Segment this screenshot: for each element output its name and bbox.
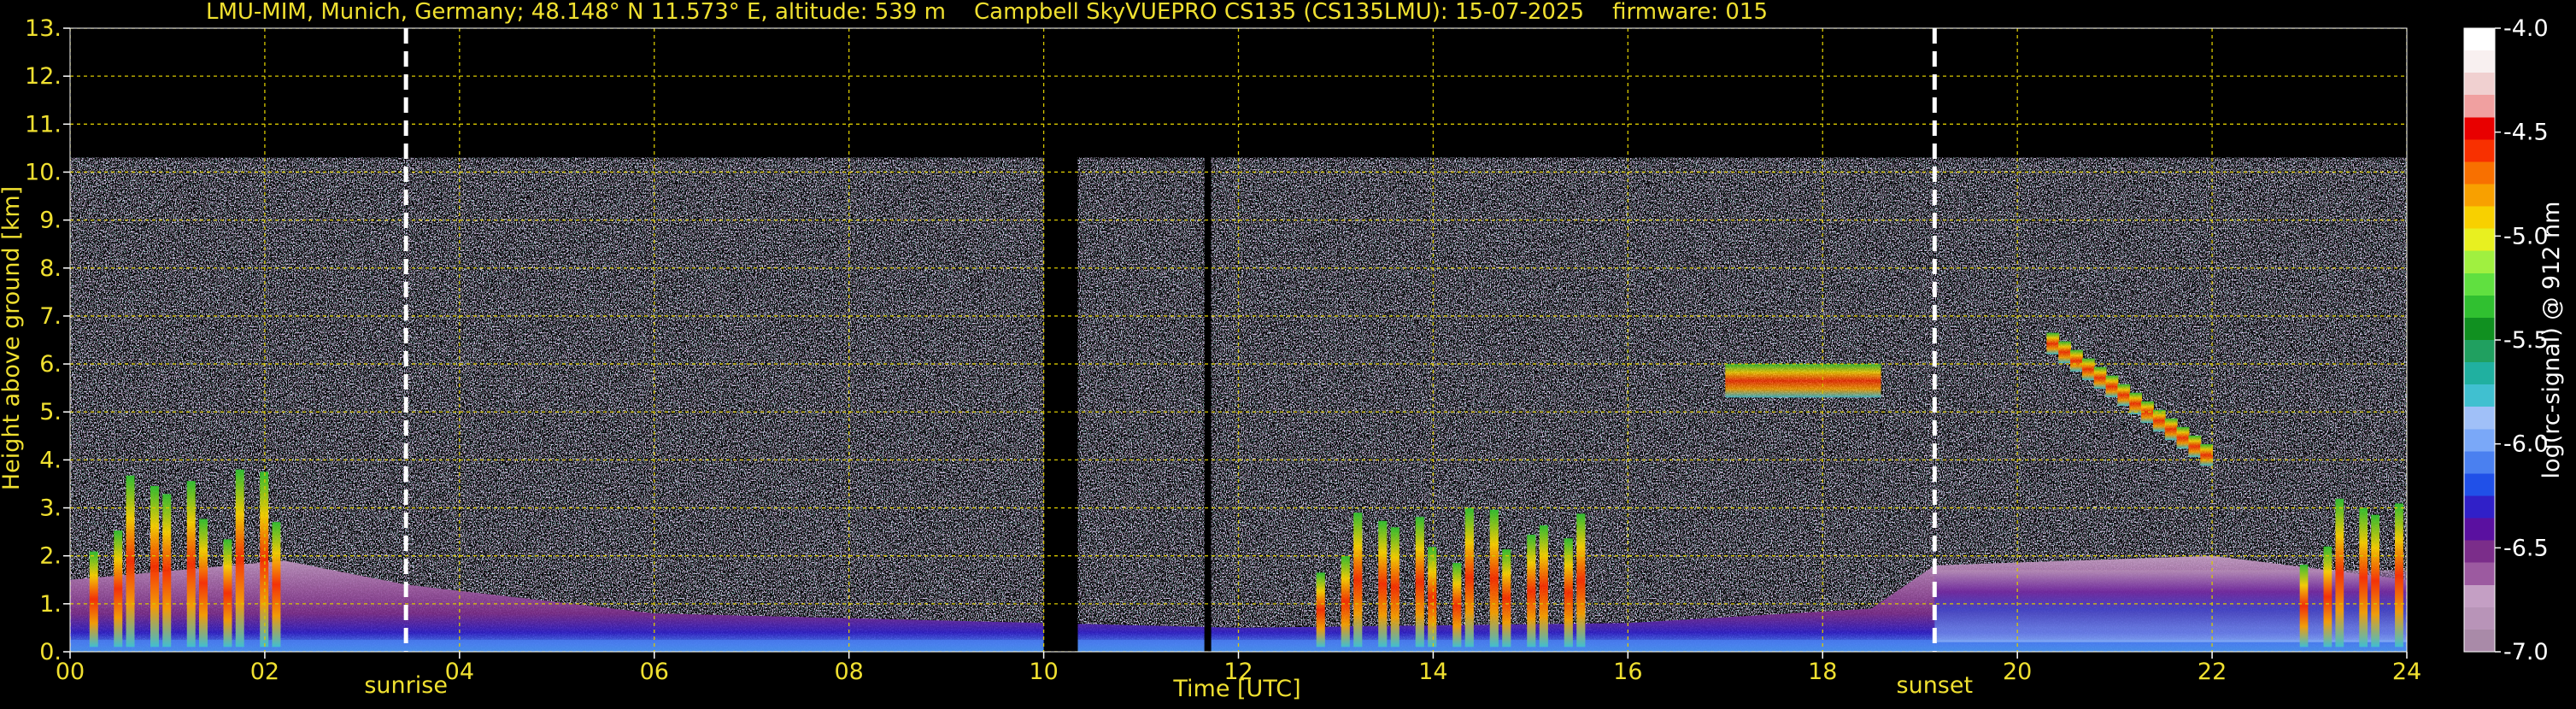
cloud-segment [2081,358,2095,380]
cloud-segment [2046,332,2060,354]
y-tick-label: 12. [25,63,62,90]
event-label-sunrise: sunrise [364,672,448,699]
x-tick-label: 02 [250,659,279,685]
colorbar-tick-label: -6.5 [2503,535,2549,561]
y-tick-label: 11. [25,111,62,138]
cloud-segment [2093,366,2107,389]
cloud-segment [2105,375,2119,397]
x-tick-label: 20 [2003,659,2032,685]
colorbar-tick-label: -4.0 [2503,15,2549,42]
ceilometer-figure: 00 02 04 06 08 10 12 14 16 18 20 22 24 0. 1. 2. 3. 4. 5. 6… [0,0,2576,706]
cumulus-column [1527,534,1536,647]
cloud-segment [2070,349,2083,372]
cumulus-column [198,519,208,647]
x-tick-label: 16 [1613,659,1642,685]
y-tick-label: 2. [39,543,62,570]
plot-area [70,28,2407,652]
cloud-segment [2117,384,2131,407]
cloud-segment [2058,341,2072,363]
y-tick-label: 10. [25,159,62,185]
cloud-layer-mid [1725,364,1881,398]
cumulus-column [2371,514,2379,647]
x-tick-label: 10 [1029,659,1058,685]
cumulus-column [1378,520,1388,647]
cumulus-column [186,481,196,647]
x-tick-label: 04 [445,659,474,685]
event-labels: sunrise sunset [364,672,1973,699]
cumulus-column [272,522,281,647]
chart-title: LMU-MIM, Munich, Germany; 48.148° N 11.5… [206,0,1768,25]
colorbar: -7.0-6.5-6.0-5.5-5.0-4.5-4.0 log(rc-sign… [2463,15,2565,665]
data-gap [1043,28,1078,652]
y-tick-label: 13. [25,15,62,42]
event-label-sunset: sunset [1897,672,1974,699]
cumulus-column [2299,565,2309,647]
cloud-segment [2164,418,2178,441]
cumulus-column [2395,503,2403,647]
data-gap [1204,28,1212,652]
x-axis-label: Time [UTC] [1172,676,1300,702]
colorbar-label: log(rc-signal) @ 912 nm [2538,202,2565,479]
cumulus-column [1576,513,1586,647]
y-tick-label: 0. [39,639,62,665]
cumulus-column [1415,517,1424,647]
cumulus-column [89,551,98,647]
cumulus-column [1564,538,1573,647]
y-tick-label: 3. [39,495,62,522]
colorbar-gradient [2463,27,2496,653]
colorbar-tick-label: -4.5 [2503,120,2549,146]
y-tick-label: 4. [39,447,62,473]
cumulus-column [1502,549,1511,647]
cumulus-column [114,530,123,647]
x-tick-label: 06 [640,659,669,685]
y-tick-label: 9. [39,208,62,234]
cumulus-column [1390,527,1399,647]
cumulus-column [2323,546,2332,647]
y-tick-label: 7. [39,303,62,330]
x-tick-label: 22 [2198,659,2227,685]
cloud-segment [2188,435,2202,458]
x-tick-label: 08 [834,659,863,685]
x-tick-label: 18 [1808,659,1837,685]
cloud-segment [2176,426,2190,449]
y-tick-label: 5. [39,399,62,425]
y-tick-label: 8. [39,255,62,282]
y-axis: 0. 1. 2. 3. 4. 5. 6. 7. 8. 9. 10. 11. 12. 13. [25,15,70,665]
cumulus-column [126,475,135,647]
cumulus-column [1464,507,1474,647]
cumulus-column [1539,525,1548,647]
cumulus-column [2359,507,2368,647]
y-tick-label: 1. [39,591,62,618]
x-tick-label: 24 [2392,659,2421,685]
cumulus-column [1452,563,1462,647]
cloud-segment [2200,443,2214,466]
cumulus-column [235,469,244,647]
cumulus-column [2335,498,2344,647]
cumulus-column [260,472,269,647]
cumulus-column [150,485,159,647]
y-axis-label: Height above ground [km] [0,186,25,490]
colorbar-tick-label: -7.0 [2503,639,2549,665]
cumulus-column [1353,513,1363,647]
cumulus-column [1316,572,1325,647]
cloud-segment [2129,392,2143,415]
cloud-segment [2152,409,2166,432]
cumulus-column [1341,555,1350,647]
cumulus-column [162,494,172,647]
x-tick-label: 14 [1418,659,1447,685]
y-tick-label: 6. [39,351,62,378]
cumulus-column [1428,547,1437,647]
cumulus-column [1489,509,1499,647]
chart-svg: 00 02 04 06 08 10 12 14 16 18 20 22 24 0.1.2.3.4.5.6… [0,0,2565,702]
